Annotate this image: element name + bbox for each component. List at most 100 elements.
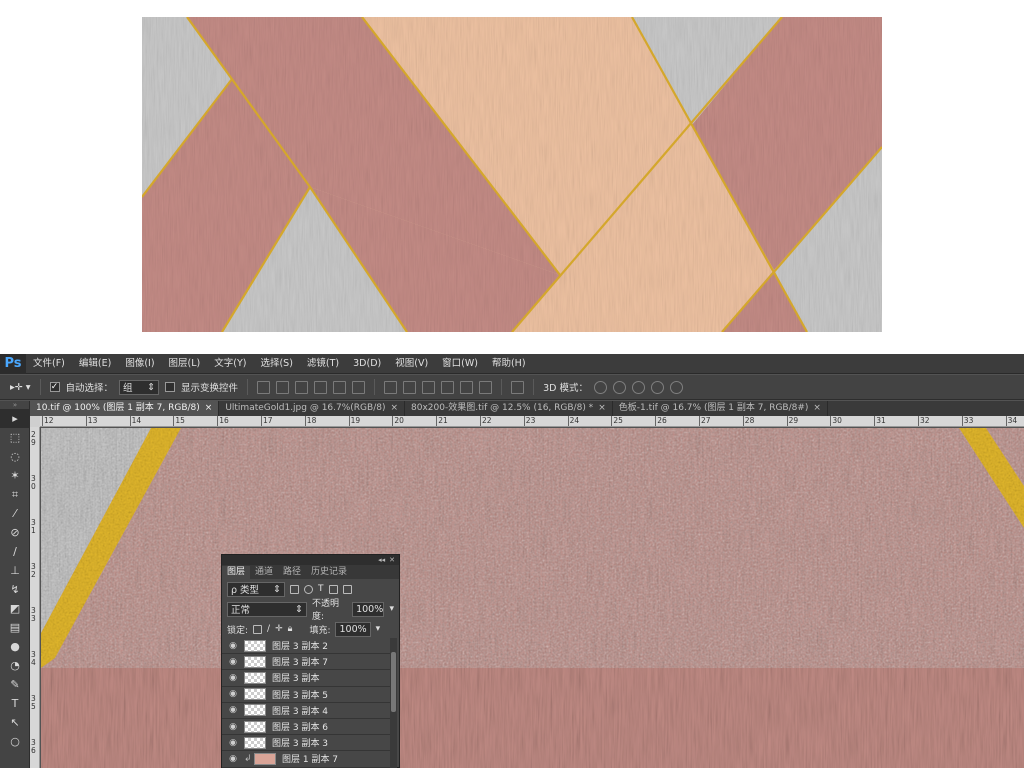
close-icon[interactable]: ×: [813, 401, 821, 416]
dodge-tool-icon[interactable]: ◔: [0, 656, 30, 675]
close-icon[interactable]: ×: [205, 401, 213, 416]
3d-drag-icon[interactable]: [631, 380, 645, 394]
close-icon[interactable]: ×: [390, 401, 398, 416]
distribute-vcenter-icon[interactable]: [403, 380, 417, 394]
layer-row[interactable]: ◉ 图层 3 副本: [222, 670, 390, 687]
move-tool-preset-icon[interactable]: ▸✛ ▾: [10, 382, 31, 393]
auto-align-icon[interactable]: [511, 380, 525, 394]
gradient-tool-icon[interactable]: ▤: [0, 618, 30, 637]
3d-rotate-icon[interactable]: [593, 380, 607, 394]
lasso-tool-icon[interactable]: ◌: [0, 447, 30, 466]
horizontal-ruler[interactable]: 12 13 14 15 16 17 18 19 20 21 22 23 24 25 26 27 28 29 30 31…: [40, 416, 1024, 427]
filter-type-icon[interactable]: T: [318, 584, 324, 594]
vertical-ruler[interactable]: 2 9 3 0 3 1 3 2 3 3 3 4 3 5 3 6: [30, 427, 40, 768]
magic-wand-tool-icon[interactable]: ✶: [0, 466, 30, 485]
menu-layer[interactable]: 图层(L): [162, 354, 208, 374]
lock-image-icon[interactable]: ∕: [267, 624, 270, 634]
pen-tool-icon[interactable]: ✎: [0, 675, 30, 694]
eye-icon[interactable]: ◉: [222, 722, 244, 732]
scrollbar-thumb[interactable]: [391, 652, 396, 712]
eyedropper-tool-icon[interactable]: ⁄: [0, 504, 30, 523]
auto-select-dropdown[interactable]: 组 ⇕: [119, 379, 160, 395]
crop-tool-icon[interactable]: ⌗: [0, 485, 30, 504]
align-hcenter-icon[interactable]: [333, 380, 347, 394]
menu-type[interactable]: 文字(Y): [207, 354, 253, 374]
distribute-left-icon[interactable]: [441, 380, 455, 394]
align-top-icon[interactable]: [257, 380, 271, 394]
filter-adjustment-icon[interactable]: [304, 584, 313, 594]
3d-slide-icon[interactable]: [650, 380, 664, 394]
close-icon[interactable]: ×: [598, 401, 606, 416]
layer-row[interactable]: ◉ 图层 3 副本 7: [222, 654, 390, 671]
eye-icon[interactable]: ◉: [222, 673, 244, 683]
layer-row[interactable]: ◉ 图层 3 副本 5: [222, 687, 390, 703]
path-selection-tool-icon[interactable]: ↖: [0, 713, 30, 732]
menu-select[interactable]: 选择(S): [253, 354, 299, 374]
eye-icon[interactable]: ◉: [222, 738, 244, 748]
close-icon[interactable]: ✕: [389, 556, 395, 564]
menu-edit[interactable]: 编辑(E): [72, 354, 118, 374]
eraser-tool-icon[interactable]: ◩: [0, 599, 30, 618]
healing-brush-tool-icon[interactable]: ⊘: [0, 523, 30, 542]
chevron-down-icon[interactable]: ▾: [376, 624, 381, 634]
align-left-icon[interactable]: [314, 380, 328, 394]
move-tool-icon[interactable]: ▸: [0, 409, 30, 428]
document-tab[interactable]: 色板-1.tif @ 16.7% (图层 1 副本 7, RGB/8#) ×: [613, 401, 828, 416]
clone-stamp-tool-icon[interactable]: ⊥: [0, 561, 30, 580]
distribute-hcenter-icon[interactable]: [460, 380, 474, 394]
layer-row[interactable]: ◉ 图层 3 副本 2: [222, 638, 390, 655]
history-brush-tool-icon[interactable]: ↯: [0, 580, 30, 599]
show-transform-checkbox[interactable]: [165, 382, 176, 392]
lock-position-icon[interactable]: ✛: [275, 624, 283, 634]
tab-channels[interactable]: 通道: [250, 566, 278, 579]
align-right-icon[interactable]: [352, 380, 366, 394]
layer-filter-dropdown[interactable]: ρ 类型 ⇕: [227, 581, 285, 597]
distribute-top-icon[interactable]: [384, 380, 398, 394]
3d-scale-icon[interactable]: [669, 380, 683, 394]
align-vcenter-icon[interactable]: [276, 380, 290, 394]
layer-row[interactable]: ◉ 图层 3 副本 4: [222, 703, 390, 719]
lock-transparent-icon[interactable]: [253, 624, 263, 634]
layer-list-scrollbar[interactable]: [390, 638, 397, 768]
opacity-input[interactable]: 100%: [352, 601, 385, 617]
blur-tool-icon[interactable]: ●: [0, 637, 30, 656]
3d-roll-icon[interactable]: [612, 380, 626, 394]
eye-icon[interactable]: ◉: [222, 657, 244, 667]
document-canvas[interactable]: [41, 428, 1024, 768]
filter-shape-icon[interactable]: [328, 584, 338, 594]
auto-select-checkbox[interactable]: ✓: [49, 382, 60, 392]
align-bottom-icon[interactable]: [295, 380, 309, 394]
eye-icon[interactable]: ◉: [222, 641, 244, 651]
ellipse-tool-icon[interactable]: ○: [0, 732, 30, 751]
eye-icon[interactable]: ◉: [222, 705, 244, 715]
menu-window[interactable]: 窗口(W): [435, 354, 485, 374]
menu-file[interactable]: 文件(F): [26, 354, 72, 374]
menu-view[interactable]: 视图(V): [388, 354, 435, 374]
menu-filter[interactable]: 滤镜(T): [300, 354, 346, 374]
chevron-down-icon[interactable]: ▾: [389, 604, 394, 614]
filter-pixel-icon[interactable]: [290, 584, 299, 594]
type-tool-icon[interactable]: T: [0, 694, 30, 713]
layer-row[interactable]: ◉ 图层 3 副本 3: [222, 735, 390, 752]
layer-row[interactable]: ◉ ↲ 图层 1 副本 7: [222, 751, 390, 768]
lock-all-icon[interactable]: 🔒︎: [288, 624, 293, 634]
distribute-right-icon[interactable]: [479, 380, 493, 394]
document-tab[interactable]: 80x200-效果图.tif @ 12.5% (16, RGB/8) * ×: [405, 401, 613, 416]
ruler-origin[interactable]: [30, 416, 40, 427]
fill-input[interactable]: 100%: [335, 621, 371, 637]
marquee-tool-icon[interactable]: ⬚: [0, 428, 30, 447]
tab-paths[interactable]: 路径: [278, 566, 306, 579]
distribute-bottom-icon[interactable]: [422, 380, 436, 394]
tab-history[interactable]: 历史记录: [306, 566, 352, 579]
collapse-icon[interactable]: ◂◂: [378, 556, 385, 564]
toolbox-collapse-icon[interactable]: »: [0, 401, 30, 409]
tab-layers[interactable]: 图层: [222, 566, 251, 579]
layer-row[interactable]: ◉ 图层 3 副本 6: [222, 719, 390, 736]
menu-3d[interactable]: 3D(D): [346, 354, 388, 374]
eye-icon[interactable]: ◉: [222, 754, 244, 764]
document-tab[interactable]: UltimateGold1.jpg @ 16.7%(RGB/8) ×: [219, 401, 406, 416]
menu-image[interactable]: 图像(I): [118, 354, 161, 374]
blend-mode-dropdown[interactable]: 正常 ⇕: [227, 601, 307, 617]
eye-icon[interactable]: ◉: [222, 689, 244, 699]
document-tab[interactable]: 10.tif @ 100% (图层 1 副本 7, RGB/8) ×: [30, 401, 220, 416]
